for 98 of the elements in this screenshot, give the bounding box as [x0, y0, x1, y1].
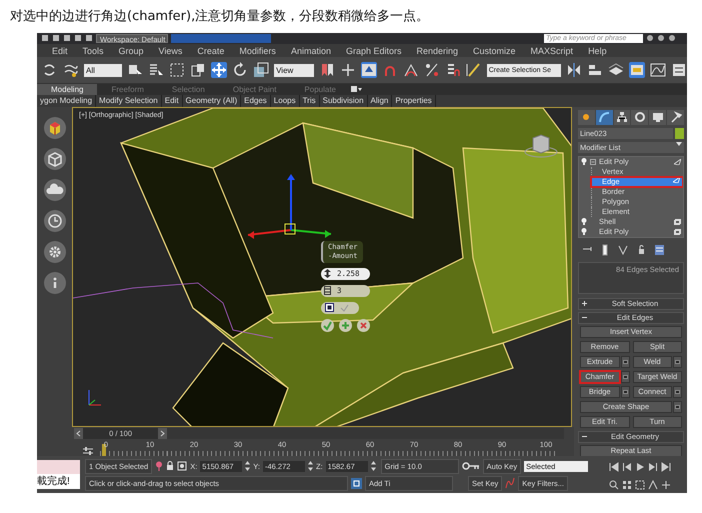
previous-frame-icon[interactable] [74, 428, 83, 439]
settings-button[interactable] [620, 386, 630, 398]
window-crossing-icon[interactable] [190, 62, 206, 78]
curve-editor-icon[interactable] [650, 62, 666, 78]
menu-item[interactable]: Edit [52, 46, 68, 56]
key-icon[interactable] [462, 461, 480, 472]
menu-item[interactable]: Rendering [416, 46, 458, 56]
info-icon[interactable] [44, 272, 66, 294]
message-text: 載完成! [37, 474, 80, 489]
ribbon-tab[interactable]: Modeling [37, 84, 98, 95]
previous-key-icon[interactable] [622, 462, 632, 472]
checkmark-icon[interactable] [321, 318, 334, 332]
percent-snap-icon[interactable] [424, 62, 440, 78]
edit-mode-icon[interactable] [674, 158, 681, 165]
settings-button[interactable] [673, 386, 682, 398]
caption-text: 对选中的边进行角边(chamfer),注意切角量参数，分段数稍微给多一点。 [10, 8, 430, 25]
settings-icon [675, 404, 680, 409]
object-color-swatch[interactable] [675, 128, 684, 139]
settings-icon [622, 374, 628, 379]
viewcube-icon[interactable] [524, 134, 558, 158]
spinner-icon[interactable] [245, 461, 250, 472]
message-strip [37, 460, 80, 474]
motion-panel-tab[interactable] [631, 110, 648, 125]
modify-panel-icon [598, 111, 610, 124]
settings-icon [675, 360, 680, 364]
configure-sets-icon[interactable] [654, 244, 664, 256]
clock-icon[interactable] [44, 210, 66, 232]
menu-item[interactable]: Animation [290, 46, 331, 56]
lightbulb-icon[interactable] [581, 218, 587, 226]
gear-icon[interactable] [44, 240, 66, 263]
edit-named-selection-icon[interactable] [466, 62, 482, 78]
field-of-view-icon[interactable] [648, 480, 658, 490]
cube-icon[interactable] [44, 148, 66, 170]
go-to-start-icon[interactable] [609, 462, 619, 472]
close-icon[interactable] [357, 318, 370, 332]
settings-button[interactable] [620, 356, 630, 368]
menu-item[interactable]: Help [588, 46, 607, 56]
menu-item[interactable]: Create [197, 46, 224, 56]
lightbulb-icon[interactable] [581, 158, 587, 166]
menu-item[interactable]: Modifiers [239, 46, 276, 56]
create-icon[interactable] [44, 116, 66, 139]
modify-panel-tab[interactable] [596, 110, 613, 125]
motion-panel-icon [634, 111, 646, 124]
amount-icon [324, 269, 331, 278]
zoom-extents-icon[interactable] [635, 480, 645, 490]
make-unique-icon[interactable] [618, 244, 628, 256]
collapse-box-icon[interactable] [590, 158, 596, 165]
mirror-icon[interactable] [566, 62, 582, 78]
spinner-icon[interactable] [370, 461, 376, 472]
next-key-icon[interactable] [648, 462, 658, 472]
selection-filter-dropdown[interactable]: All [84, 64, 122, 77]
utilities-panel-icon [670, 111, 682, 124]
go-to-end-icon[interactable] [661, 462, 671, 472]
menu-item[interactable]: Customize [473, 46, 516, 56]
menu-item[interactable]: Views [158, 46, 182, 56]
display-panel-tab[interactable] [649, 110, 666, 125]
lock-icon[interactable] [166, 461, 174, 472]
rotate-icon[interactable] [232, 62, 248, 78]
rectangle-selection-icon[interactable] [169, 62, 186, 78]
next-frame-icon[interactable] [158, 428, 168, 439]
menu-item[interactable]: Graph Editors [346, 46, 402, 56]
hierarchy-panel-tab[interactable] [614, 110, 630, 125]
reference-coordinate-dropdown[interactable]: View [274, 64, 314, 77]
menu-item[interactable]: Tools [82, 46, 104, 56]
chamfer-mode-icon[interactable] [325, 303, 334, 312]
settings-icon [622, 390, 628, 394]
zoom-icon[interactable] [609, 480, 619, 490]
plus-icon[interactable] [339, 318, 352, 332]
segments-icon [324, 286, 331, 296]
settings-icon [622, 360, 628, 364]
menu-item[interactable]: Group [118, 46, 144, 56]
time-tag-icon[interactable] [351, 478, 362, 489]
dropdown-arrow-icon [676, 142, 682, 146]
utilities-panel-tab[interactable] [667, 110, 684, 125]
settings-button[interactable] [673, 400, 682, 413]
angle-snap-icon[interactable] [402, 62, 419, 78]
ribbon-options-icon[interactable] [350, 85, 362, 94]
scene-explorer-icon[interactable] [629, 62, 645, 78]
display-panel-icon [652, 111, 664, 124]
menu-item[interactable]: MAXScript [530, 46, 574, 56]
unlink-icon[interactable] [63, 62, 79, 78]
manipulate-icon[interactable] [360, 62, 377, 78]
zoom-all-icon[interactable] [622, 480, 632, 490]
absolute-mode-icon[interactable] [177, 461, 188, 472]
settings-icon [675, 390, 680, 394]
lightbulb-icon[interactable] [581, 228, 587, 236]
create-panel-tab[interactable] [578, 110, 595, 125]
cloud-icon[interactable] [44, 178, 66, 201]
hierarchy-panel-icon [616, 111, 628, 124]
scale-icon[interactable] [253, 62, 270, 78]
axis-tripod-icon [88, 389, 102, 406]
track-bar-icon[interactable] [82, 446, 94, 456]
move-icon[interactable] [211, 62, 228, 78]
pan-icon[interactable] [661, 480, 671, 490]
spinner-icon[interactable] [308, 461, 313, 472]
settings-button[interactable] [673, 356, 682, 368]
play-icon[interactable] [635, 462, 645, 472]
show-end-result-icon[interactable] [600, 244, 610, 256]
